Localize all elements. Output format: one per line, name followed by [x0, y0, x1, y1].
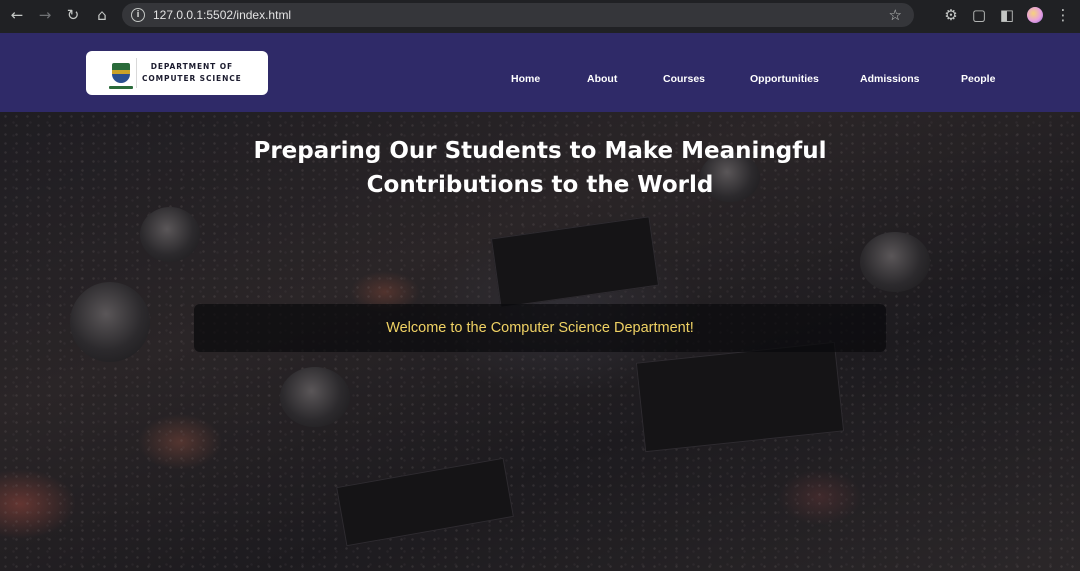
- hero-section: Preparing Our Students to Make Meaningfu…: [0, 112, 1080, 571]
- nav-opportunities[interactable]: Opportunities: [750, 73, 819, 85]
- bookmark-star-icon[interactable]: ☆: [889, 6, 902, 24]
- hero-title-line-2: Contributions to the World: [366, 172, 714, 198]
- background-capacitor: [280, 367, 350, 427]
- address-bar[interactable]: i 127.0.0.1:5502/index.html ☆: [122, 3, 914, 27]
- background-capacitor: [70, 282, 150, 362]
- site-info-icon[interactable]: i: [131, 8, 145, 22]
- logo-line-1: DEPARTMENT OF: [150, 62, 233, 71]
- logo-line-2: COMPUTER SCIENCE: [142, 74, 242, 83]
- background-capacitor: [140, 207, 200, 262]
- home-icon[interactable]: ⌂: [91, 4, 113, 26]
- extensions-puzzle-icon[interactable]: ▢: [968, 4, 990, 26]
- browser-toolbar: ← → ↻ ⌂ i 127.0.0.1:5502/index.html ☆ ⚙ …: [0, 0, 1080, 30]
- menu-kebab-icon[interactable]: ⋮: [1052, 4, 1074, 26]
- welcome-banner: Welcome to the Computer Science Departme…: [194, 304, 886, 352]
- hero-title-line-1: Preparing Our Students to Make Meaningfu…: [253, 138, 827, 164]
- reload-icon[interactable]: ↻: [62, 4, 84, 26]
- forward-icon[interactable]: →: [34, 4, 56, 26]
- side-panel-icon[interactable]: ◧: [996, 4, 1018, 26]
- nav-home[interactable]: Home: [511, 73, 540, 85]
- background-capacitor: [860, 232, 930, 292]
- address-bar-url[interactable]: 127.0.0.1:5502/index.html: [153, 8, 291, 22]
- logo-divider: [136, 58, 137, 88]
- nav-admissions[interactable]: Admissions: [860, 73, 920, 85]
- university-crest-icon: [109, 61, 133, 89]
- site-header: DEPARTMENT OF COMPUTER SCIENCE Home Abou…: [0, 33, 1080, 112]
- nav-people[interactable]: People: [961, 73, 995, 85]
- back-icon[interactable]: ←: [6, 4, 28, 26]
- nav-about[interactable]: About: [587, 73, 617, 85]
- department-logo[interactable]: DEPARTMENT OF COMPUTER SCIENCE: [86, 51, 268, 95]
- profile-avatar[interactable]: [1024, 4, 1046, 26]
- extension-gear-icon[interactable]: ⚙: [940, 4, 962, 26]
- nav-courses[interactable]: Courses: [663, 73, 705, 85]
- welcome-text: Welcome to the Computer Science Departme…: [386, 320, 694, 336]
- hero-title: Preparing Our Students to Make Meaningfu…: [0, 134, 1080, 202]
- logo-text: DEPARTMENT OF COMPUTER SCIENCE: [142, 61, 242, 85]
